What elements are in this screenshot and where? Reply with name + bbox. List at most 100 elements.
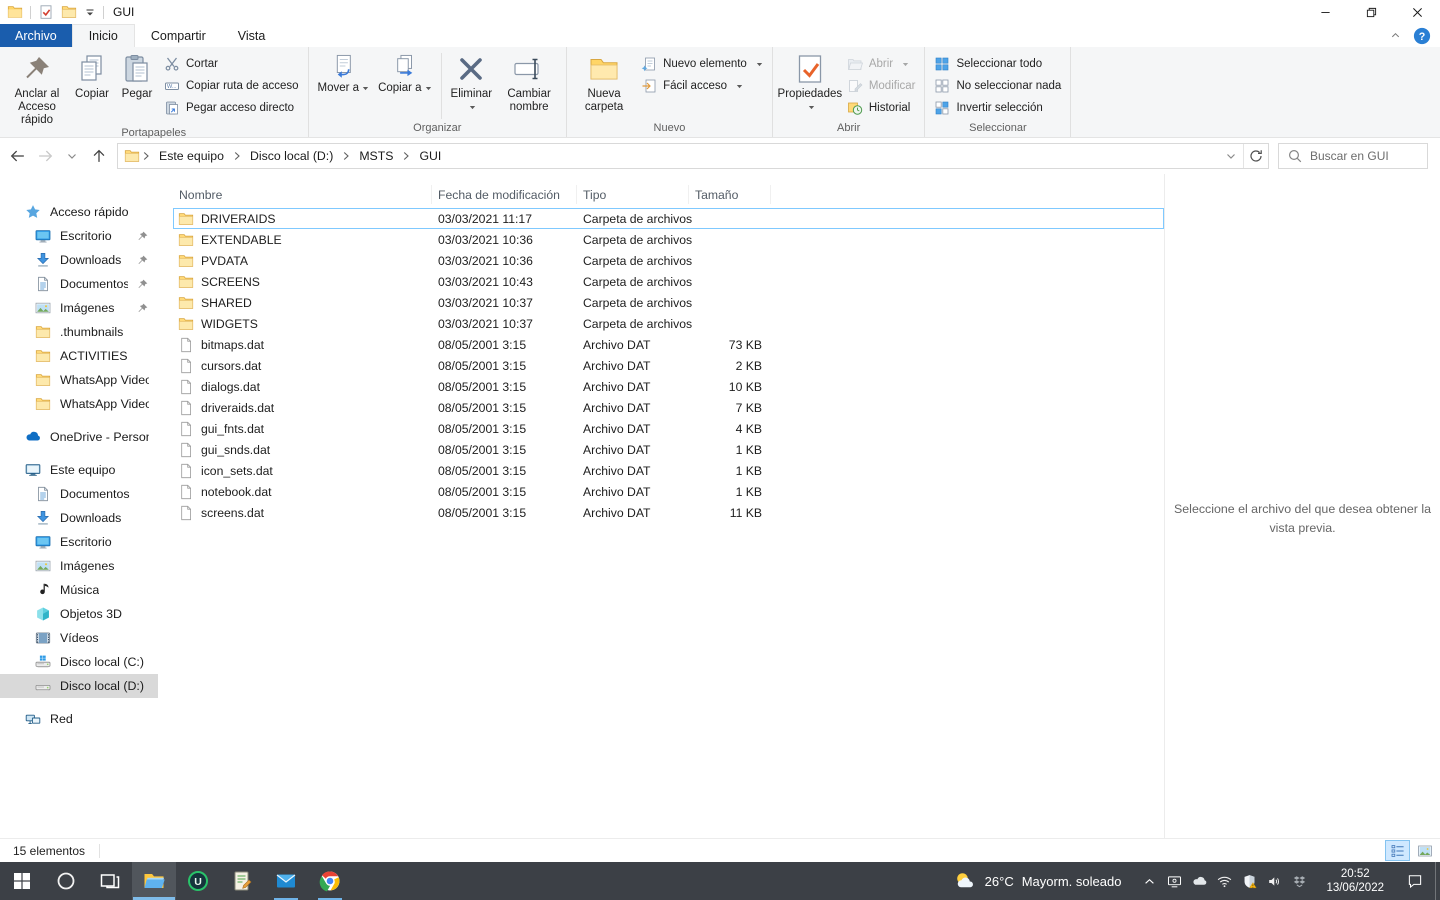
file-row-screens-dat[interactable]: screens.dat08/05/2001 3:15Archivo DAT11 … xyxy=(173,502,1164,523)
close-button[interactable] xyxy=(1394,0,1440,24)
paste-shortcut-button[interactable]: Pegar acceso directo xyxy=(164,99,299,117)
sidebar-item-disco-local-d[interactable]: Disco local (D:) xyxy=(0,674,158,698)
file-row-extendable[interactable]: EXTENDABLE03/03/2021 10:36Carpeta de arc… xyxy=(173,229,1164,250)
file-row-driveraids[interactable]: DRIVERAIDS03/03/2021 11:17Carpeta de arc… xyxy=(173,208,1164,229)
chevron-up-icon[interactable] xyxy=(1141,873,1158,890)
address-dropdown-button[interactable] xyxy=(1219,144,1243,168)
recent-locations-button[interactable] xyxy=(58,143,85,169)
copy-path-button[interactable]: W... Copiar ruta de acceso xyxy=(164,77,299,95)
minimize-button[interactable] xyxy=(1302,0,1348,24)
select-none-button[interactable]: No seleccionar nada xyxy=(934,77,1061,95)
tab-archivo[interactable]: Archivo xyxy=(0,24,72,47)
sidebar-item-thumbnails[interactable]: .thumbnails xyxy=(0,320,158,344)
breadcrumb-item-este-equipo[interactable]: Este equipo xyxy=(152,149,231,163)
thumbnails-view-button[interactable] xyxy=(1412,840,1437,861)
column-header-tamano[interactable]: Tamaño xyxy=(689,185,771,204)
security-shield-icon[interactable] xyxy=(1241,873,1258,890)
pin-to-quick-access-button[interactable]: Anclar al Acceso rápido xyxy=(5,50,69,127)
weather-widget[interactable]: 26°C Mayorm. soleado xyxy=(940,862,1135,900)
up-button[interactable] xyxy=(85,143,112,169)
file-explorer-button[interactable] xyxy=(132,862,176,900)
speaker-icon[interactable] xyxy=(1266,873,1283,890)
properties-button[interactable]: Propiedades xyxy=(778,50,842,122)
file-row-widgets[interactable]: WIDGETS03/03/2021 10:37Carpeta de archiv… xyxy=(173,313,1164,334)
editor-button[interactable] xyxy=(220,862,264,900)
breadcrumb-item-msts[interactable]: MSTS xyxy=(352,149,400,163)
history-button[interactable]: Historial xyxy=(847,99,916,117)
breadcrumb-item-gui[interactable]: GUI xyxy=(412,149,448,163)
copy-button[interactable]: Copiar xyxy=(70,50,114,127)
taskbar-clock[interactable]: 20:52 13/06/2022 xyxy=(1315,862,1395,900)
sidebar-item-videos[interactable]: Vídeos xyxy=(0,626,158,650)
search-box[interactable] xyxy=(1278,143,1428,169)
rename-button[interactable]: Cambiar nombre xyxy=(497,50,561,122)
sidebar-item-imagenes[interactable]: Imágenes xyxy=(0,554,158,578)
restore-button[interactable] xyxy=(1348,0,1394,24)
file-row-icon-sets-dat[interactable]: icon_sets.dat08/05/2001 3:15Archivo DAT1… xyxy=(173,460,1164,481)
sidebar-item-imagenes[interactable]: Imágenes xyxy=(0,296,158,320)
sidebar-item-documentos[interactable]: Documentos xyxy=(0,482,158,506)
start-button[interactable] xyxy=(0,862,44,900)
select-all-button[interactable]: Seleccionar todo xyxy=(934,55,1061,73)
sidebar-item-disco-local-c[interactable]: Disco local (C:) xyxy=(0,650,158,674)
column-header-tipo[interactable]: Tipo xyxy=(577,185,689,204)
sidebar-item-red[interactable]: Red xyxy=(0,707,158,731)
address-box[interactable]: Este equipo Disco local (D:) MSTS GUI xyxy=(117,143,1269,169)
file-row-bitmaps-dat[interactable]: bitmaps.dat08/05/2001 3:15Archivo DAT73 … xyxy=(173,334,1164,355)
back-button[interactable] xyxy=(4,143,31,169)
mail-button[interactable] xyxy=(264,862,308,900)
search-input[interactable] xyxy=(1310,149,1419,163)
sidebar-item-documentos[interactable]: Documentos xyxy=(0,272,158,296)
sidebar-item-musica[interactable]: Música xyxy=(0,578,158,602)
forward-button[interactable] xyxy=(31,143,58,169)
sidebar-item-acceso-rapido[interactable]: Acceso rápido xyxy=(0,200,158,224)
chevron-right-icon[interactable] xyxy=(400,151,412,161)
tab-compartir[interactable]: Compartir xyxy=(135,24,222,47)
sidebar-item-downloads[interactable]: Downloads xyxy=(0,506,158,530)
cut-button[interactable]: Cortar xyxy=(164,55,299,73)
file-row-screens[interactable]: SCREENS03/03/2021 10:43Carpeta de archiv… xyxy=(173,271,1164,292)
sidebar-item-downloads[interactable]: Downloads xyxy=(0,248,158,272)
sidebar-item-objetos-3d[interactable]: Objetos 3D xyxy=(0,602,158,626)
help-button[interactable]: ? xyxy=(1413,27,1431,45)
tab-inicio[interactable]: Inicio xyxy=(72,24,135,47)
file-row-driveraids-dat[interactable]: driveraids.dat08/05/2001 3:15Archivo DAT… xyxy=(173,397,1164,418)
file-row-notebook-dat[interactable]: notebook.dat08/05/2001 3:15Archivo DAT1 … xyxy=(173,481,1164,502)
easy-access-button[interactable]: Fácil acceso xyxy=(641,77,763,95)
edit-button[interactable]: Modificar xyxy=(847,77,916,95)
new-item-button[interactable]: Nuevo elemento xyxy=(641,55,763,73)
sidebar-item-whatsapp-video[interactable]: WhatsApp Video xyxy=(0,368,158,392)
details-view-button[interactable] xyxy=(1385,840,1410,861)
task-view-button[interactable] xyxy=(88,862,132,900)
move-to-button[interactable]: Mover a xyxy=(314,50,374,122)
file-row-shared[interactable]: SHARED03/03/2021 10:37Carpeta de archivo… xyxy=(173,292,1164,313)
refresh-button[interactable] xyxy=(1244,144,1268,168)
sidebar-item-escritorio[interactable]: Escritorio xyxy=(0,224,158,248)
chevron-right-icon[interactable] xyxy=(140,151,152,161)
copy-to-button[interactable]: Copiar a xyxy=(374,50,435,122)
chrome-button[interactable] xyxy=(308,862,352,900)
chevron-right-icon[interactable] xyxy=(231,151,243,161)
iobit-button[interactable]: U xyxy=(176,862,220,900)
onedrive-tray-icon[interactable] xyxy=(1191,873,1208,890)
show-desktop-button[interactable] xyxy=(1435,862,1440,900)
search-button[interactable] xyxy=(44,862,88,900)
sidebar-item-whatsapp-video[interactable]: WhatsApp Video xyxy=(0,392,158,416)
qat-customize-button[interactable] xyxy=(84,6,96,18)
file-row-pvdata[interactable]: PVDATA03/03/2021 10:36Carpeta de archivo… xyxy=(173,250,1164,271)
column-header-fecha[interactable]: Fecha de modificación xyxy=(432,185,577,204)
ribbon-collapse-button[interactable] xyxy=(1390,30,1401,41)
dropbox-icon[interactable] xyxy=(1291,873,1308,890)
paste-button[interactable]: Pegar xyxy=(115,50,159,127)
breadcrumb-item-disco-local-d[interactable]: Disco local (D:) xyxy=(243,149,340,163)
wifi-icon[interactable] xyxy=(1216,873,1233,890)
qat-new-folder-button[interactable] xyxy=(61,4,77,20)
new-folder-button[interactable]: Nueva carpeta xyxy=(572,50,636,122)
open-button[interactable]: Abrir xyxy=(847,55,916,73)
tab-vista[interactable]: Vista xyxy=(222,24,282,47)
file-row-gui-fnts-dat[interactable]: gui_fnts.dat08/05/2001 3:15Archivo DAT4 … xyxy=(173,418,1164,439)
sidebar-item-este-equipo[interactable]: Este equipo xyxy=(0,458,158,482)
column-header-nombre[interactable]: Nombre xyxy=(173,185,432,204)
sidebar-item-escritorio[interactable]: Escritorio xyxy=(0,530,158,554)
file-row-cursors-dat[interactable]: cursors.dat08/05/2001 3:15Archivo DAT2 K… xyxy=(173,355,1164,376)
